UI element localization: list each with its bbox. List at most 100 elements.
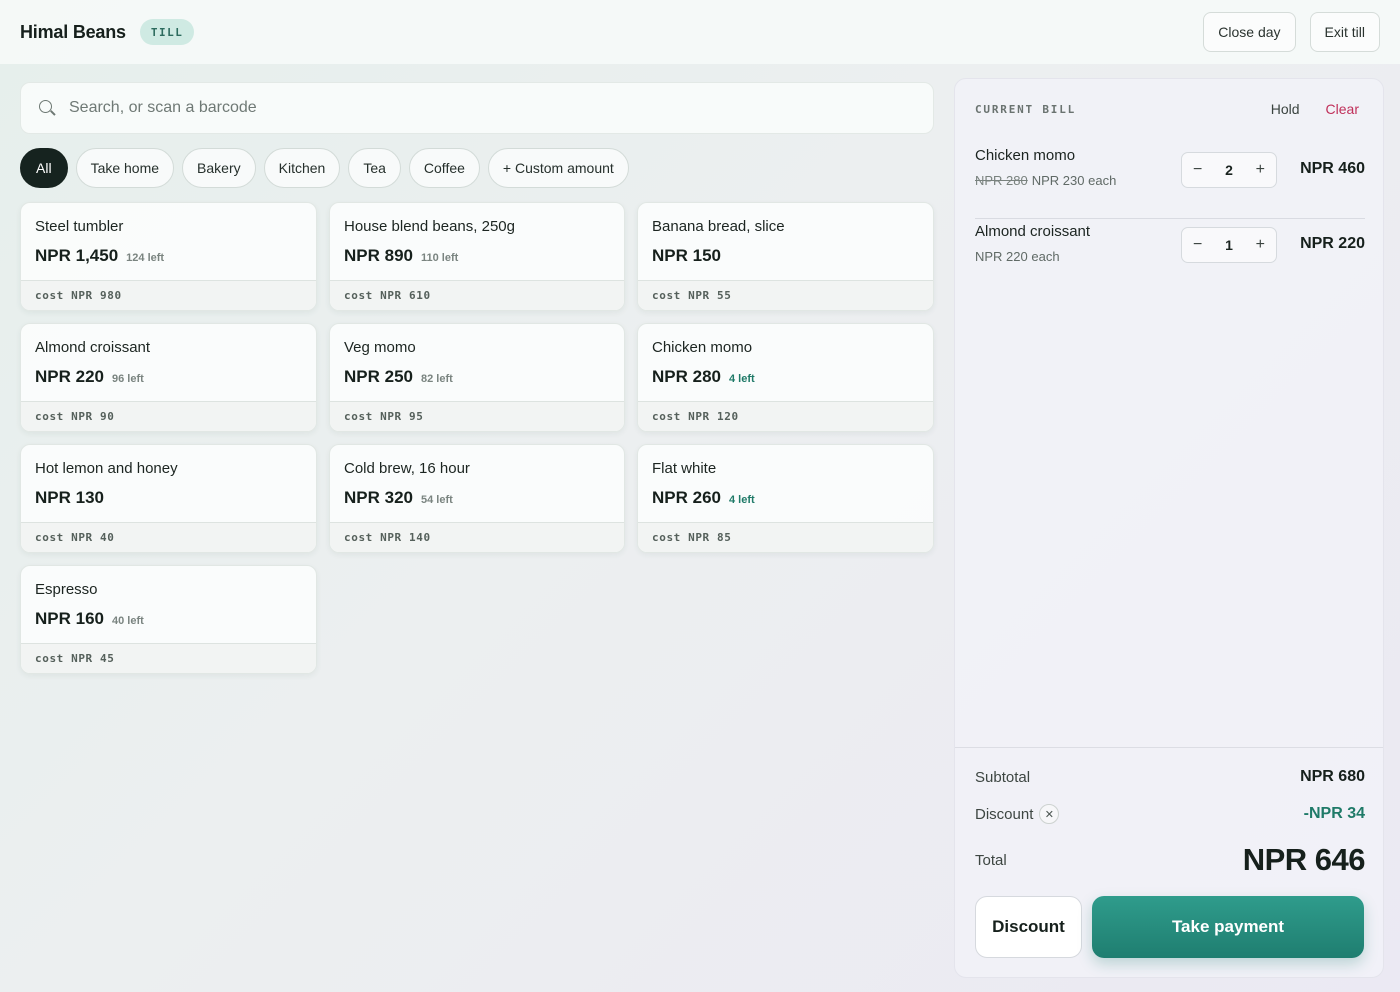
low-stock-count: 4 left — [728, 373, 755, 385]
bill-line-item: Almond croissant NPR 220 each − 1 + NPR … — [975, 219, 1365, 295]
current-bill-panel: CURRENT BILL Hold Clear Chicken momo NPR… — [954, 78, 1384, 978]
bill-header: CURRENT BILL Hold Clear — [975, 101, 1365, 117]
product-info: Steel tumbler NPR 1,450 124 left — [21, 203, 316, 281]
product-name: Cold brew, 16 hour — [344, 460, 470, 477]
product-card[interactable]: House blend beans, 250g NPR 890 110 left… — [329, 202, 625, 311]
unit-price: NPR 230 each — [1031, 173, 1117, 188]
product-cost: cost NPR 40 — [21, 523, 316, 552]
product-price: NPR 890 — [344, 246, 413, 265]
unit-price: NPR 220 each — [975, 249, 1060, 264]
product-card[interactable]: Steel tumbler NPR 1,450 124 left cost NP… — [20, 202, 317, 311]
total-value: NPR 646 — [1242, 842, 1366, 877]
total-row: Total NPR 646 — [975, 842, 1366, 878]
product-price: NPR 280 — [652, 367, 721, 386]
quantity-value: 1 — [1225, 237, 1233, 253]
decrease-quantity-button[interactable]: − — [1182, 236, 1213, 254]
product-info: House blend beans, 250g NPR 890 110 left — [330, 203, 624, 281]
product-name: House blend beans, 250g — [344, 218, 515, 235]
product-price: NPR 150 — [652, 246, 721, 265]
product-name: Espresso — [35, 581, 98, 598]
product-name: Veg momo — [344, 339, 416, 356]
product-cost: cost NPR 610 — [330, 281, 624, 310]
price-row: NPR 130 — [35, 488, 302, 508]
line-item-unit-price: NPR 280 NPR 230 each — [975, 173, 1116, 188]
price-row: NPR 1,450 124 left — [35, 246, 302, 266]
increase-quantity-button[interactable]: + — [1245, 161, 1276, 179]
product-cost: cost NPR 95 — [330, 402, 624, 431]
subtotal-value: NPR 680 — [1300, 768, 1365, 785]
search-input[interactable] — [69, 99, 869, 117]
product-card[interactable]: Banana bread, slice NPR 150 cost NPR 55 — [637, 202, 934, 311]
product-card[interactable]: Hot lemon and honey NPR 130 cost NPR 40 — [20, 444, 317, 553]
discount-value: -NPR 34 — [1303, 805, 1365, 822]
quantity-value: 2 — [1225, 162, 1233, 178]
stock-count: 110 left — [420, 252, 459, 264]
stock-count: 54 left — [420, 494, 453, 506]
product-info: Cold brew, 16 hour NPR 320 54 left — [330, 445, 624, 523]
product-price: NPR 260 — [652, 488, 721, 507]
product-cost: cost NPR 85 — [638, 523, 933, 552]
price-row: NPR 150 — [652, 246, 919, 266]
product-card[interactable]: Chicken momo NPR 280 4 left cost NPR 120 — [637, 323, 934, 432]
remove-discount-icon[interactable]: ✕ — [1039, 804, 1060, 824]
subtotal-row: Subtotal NPR 680 — [975, 768, 1365, 786]
discount-label: Discount — [975, 805, 1034, 823]
close-day-button[interactable]: Close day — [1203, 12, 1296, 52]
product-cost: cost NPR 140 — [330, 523, 624, 552]
bill-line-item: Chicken momo NPR 280 NPR 230 each − 2 + N… — [975, 143, 1365, 219]
low-stock-count: 4 left — [728, 494, 755, 506]
product-cost: cost NPR 90 — [21, 402, 316, 431]
product-info: Almond croissant NPR 220 96 left — [21, 324, 316, 402]
product-info: Espresso NPR 160 40 left — [21, 566, 316, 644]
product-cost: cost NPR 45 — [21, 644, 316, 673]
product-card[interactable]: Espresso NPR 160 40 left cost NPR 45 — [20, 565, 317, 674]
product-card[interactable]: Veg momo NPR 250 82 left cost NPR 95 — [329, 323, 625, 432]
stock-count: 40 left — [111, 615, 144, 627]
product-price: NPR 130 — [35, 488, 104, 507]
quantity-stepper: − 1 + — [1181, 227, 1277, 263]
product-card[interactable]: Cold brew, 16 hour NPR 320 54 left cost … — [329, 444, 625, 553]
filter-chip-kitchen[interactable]: Kitchen — [263, 148, 341, 188]
custom-amount-button[interactable]: + Custom amount — [487, 148, 629, 188]
line-item-name: Almond croissant — [975, 223, 1091, 240]
subtotal-label: Subtotal — [975, 768, 1031, 786]
filter-chip-take-home[interactable]: Take home — [75, 148, 175, 188]
filter-chip-all[interactable]: All — [20, 148, 68, 188]
filter-chip-tea[interactable]: Tea — [348, 148, 401, 188]
line-item-unit-price: NPR 220 each — [975, 249, 1060, 264]
discount-row: Discount ✕ -NPR 34 — [975, 804, 1365, 824]
filter-chip-bakery[interactable]: Bakery — [182, 148, 256, 188]
search-icon — [37, 98, 57, 118]
line-item-name: Chicken momo — [975, 147, 1076, 164]
hold-button[interactable]: Hold — [1271, 101, 1300, 117]
exit-till-button[interactable]: Exit till — [1309, 12, 1380, 52]
brand-name: Himal Beans — [20, 21, 126, 42]
total-label: Total — [975, 851, 1007, 869]
product-name: Chicken momo — [652, 339, 753, 356]
decrease-quantity-button[interactable]: − — [1182, 161, 1213, 179]
product-price: NPR 160 — [35, 609, 104, 628]
price-row: NPR 320 54 left — [344, 488, 610, 508]
product-info: Flat white NPR 260 4 left — [638, 445, 933, 523]
price-row: NPR 260 4 left — [652, 488, 919, 508]
stock-count: 96 left — [111, 373, 144, 385]
clear-button[interactable]: Clear — [1326, 101, 1359, 117]
product-card[interactable]: Almond croissant NPR 220 96 left cost NP… — [20, 323, 317, 432]
discount-button[interactable]: Discount — [975, 896, 1082, 958]
bill-title: CURRENT BILL — [975, 102, 1077, 116]
product-name: Almond croissant — [35, 339, 151, 356]
product-card[interactable]: Flat white NPR 260 4 left cost NPR 85 — [637, 444, 934, 553]
filter-chip-coffee[interactable]: Coffee — [408, 148, 480, 188]
product-name: Flat white — [652, 460, 717, 477]
search-bar[interactable] — [20, 82, 934, 134]
price-row: NPR 160 40 left — [35, 609, 302, 629]
line-item-total: NPR 460 — [1300, 160, 1365, 177]
increase-quantity-button[interactable]: + — [1245, 236, 1276, 254]
price-row: NPR 250 82 left — [344, 367, 610, 387]
product-price: NPR 250 — [344, 367, 413, 386]
take-payment-button[interactable]: Take payment — [1092, 896, 1364, 958]
product-price: NPR 1,450 — [35, 246, 119, 265]
product-cost: cost NPR 980 — [21, 281, 316, 310]
bill-summary: Subtotal NPR 680 Discount ✕ -NPR 34 Tota… — [955, 747, 1383, 977]
category-filters: All Take home Bakery Kitchen Tea Coffee … — [20, 148, 629, 188]
